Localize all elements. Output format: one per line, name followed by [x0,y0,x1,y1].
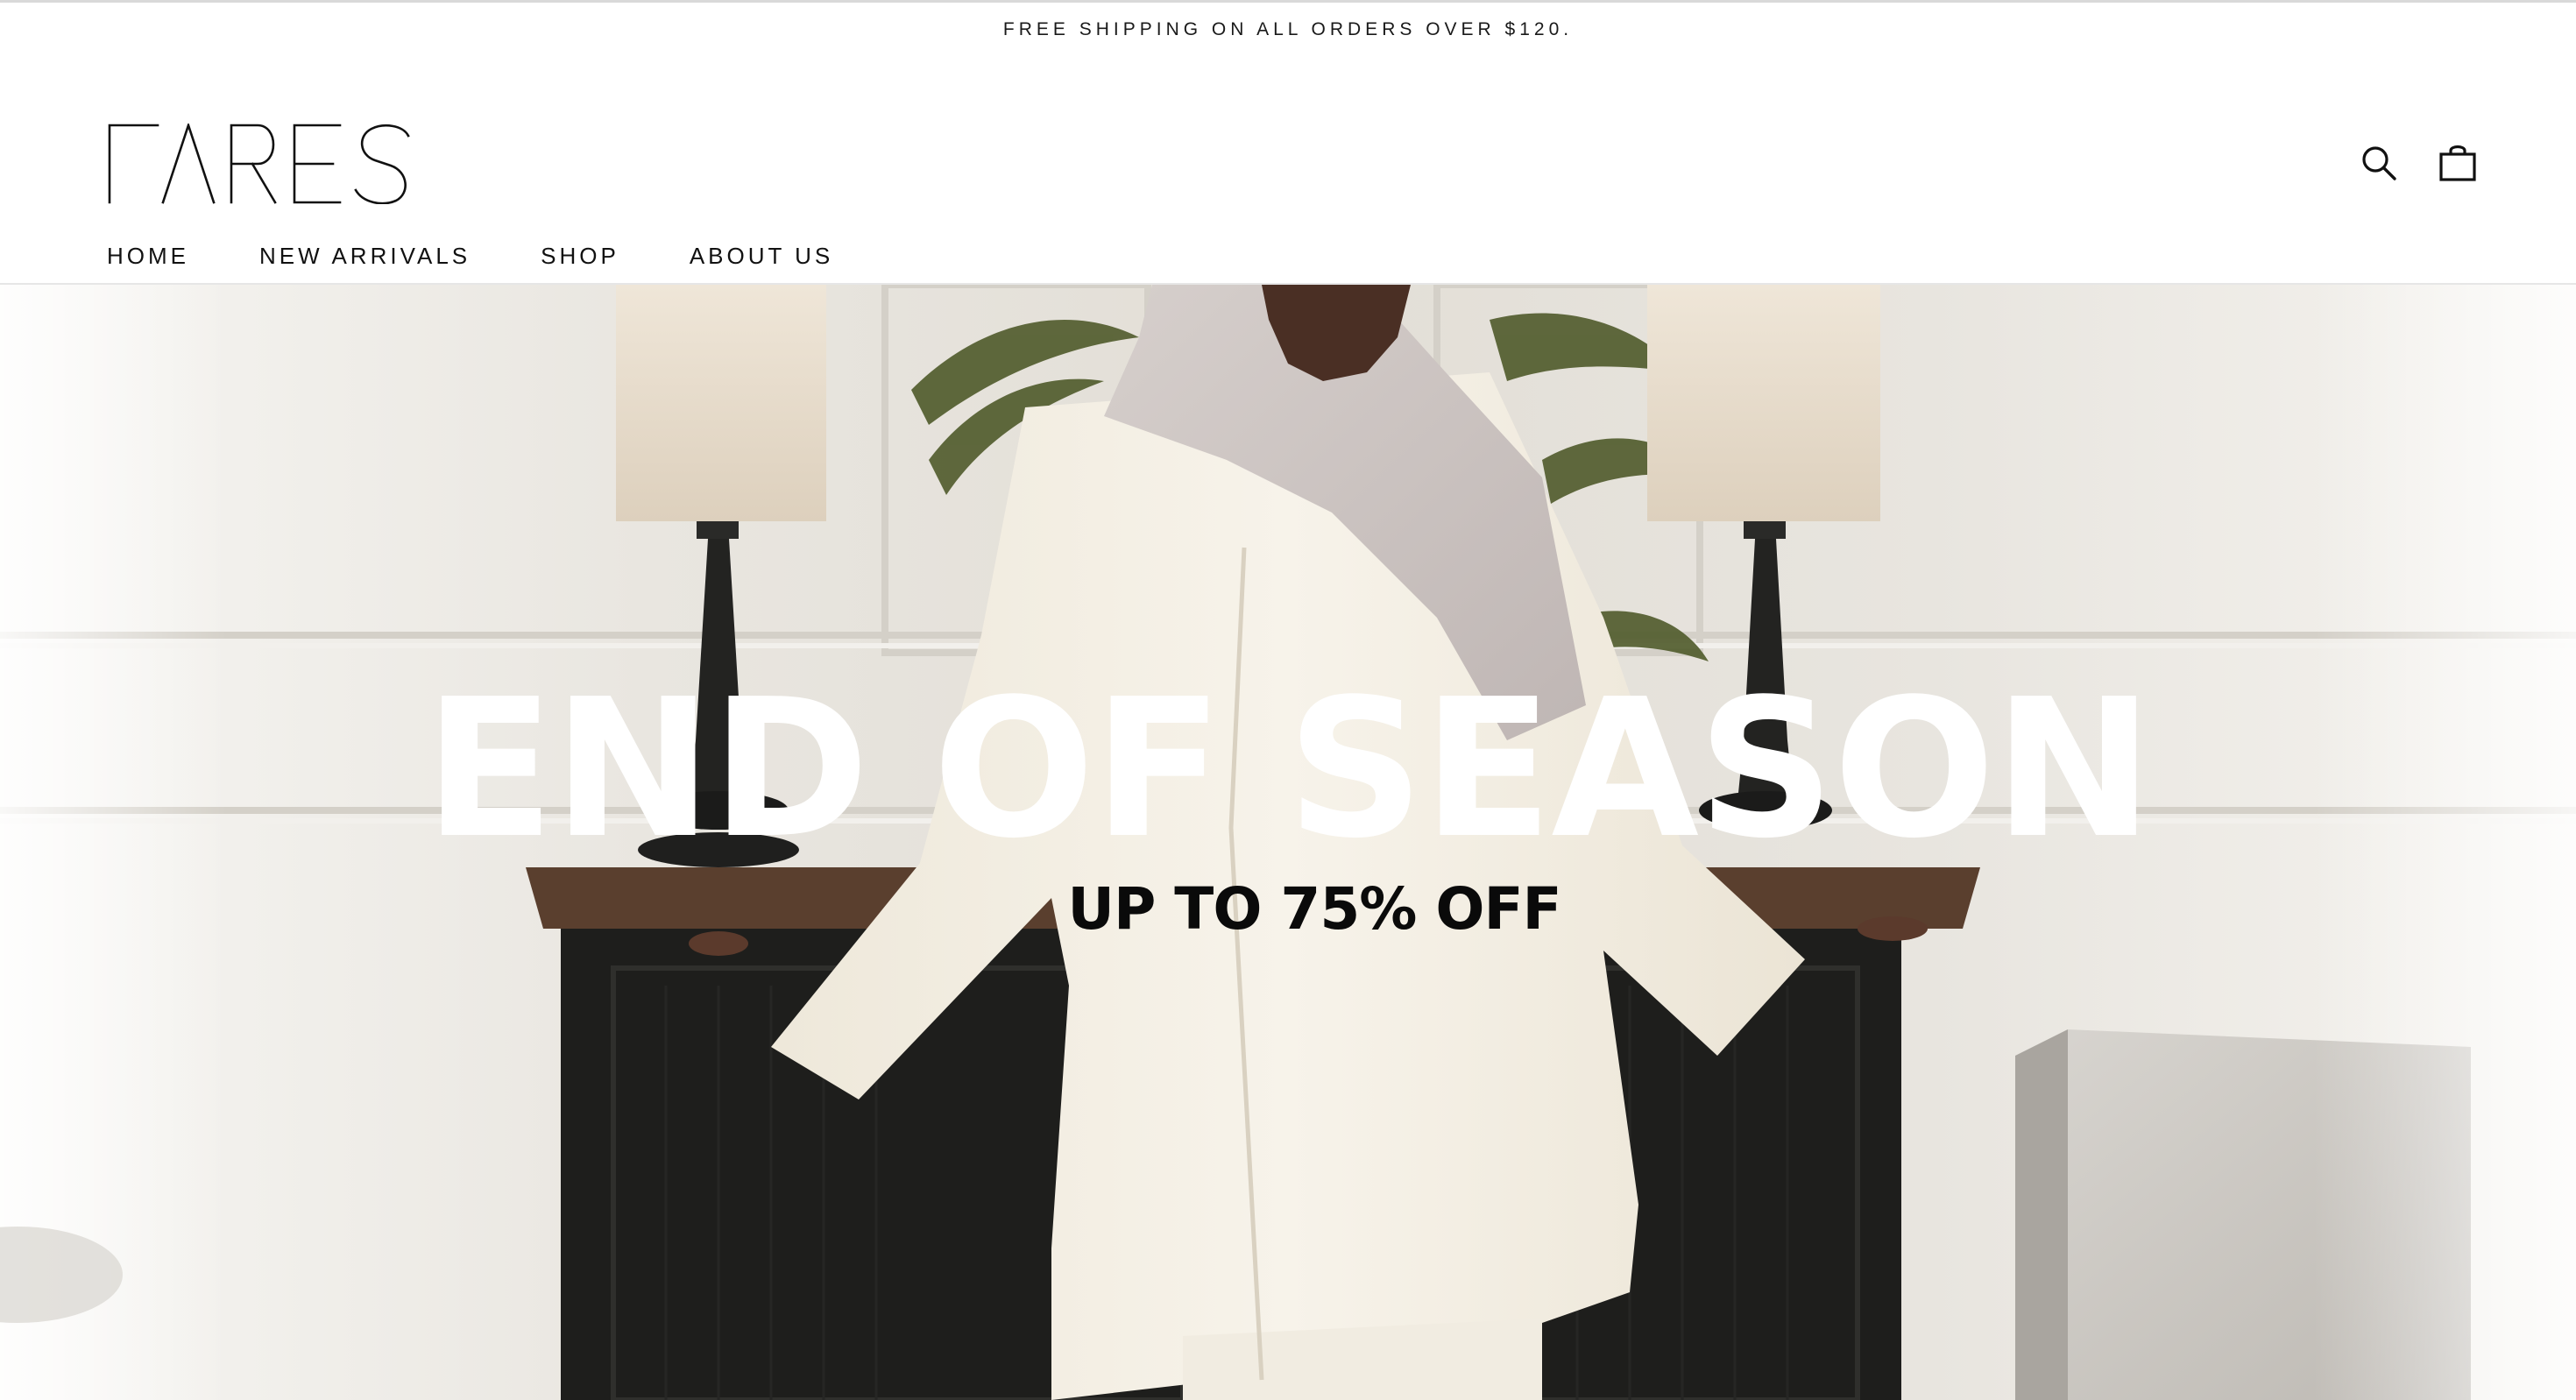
nav-item-shop[interactable]: SHOP [541,243,619,270]
hero-banner[interactable]: END OF SEASON UP TO 75% OFF [0,285,2576,1400]
announcement-text: FREE SHIPPING ON ALL ORDERS OVER $120. [1002,19,1574,39]
shopping-bag-icon [2439,145,2476,181]
brand-logo[interactable] [107,124,414,204]
search-icon [2362,146,2396,180]
cart-button[interactable] [2438,143,2478,183]
hero-subtitle: UP TO 75% OFF [1067,875,1561,943]
hero-title: END OF SEASON [424,659,2154,880]
brand-logo-wordmark [108,124,410,204]
header-actions [2359,143,2478,183]
nav-item-new-arrivals[interactable]: NEW ARRIVALS [259,243,471,270]
nav-item-home[interactable]: HOME [107,243,189,270]
search-button[interactable] [2359,143,2399,183]
main-navigation: HOME NEW ARRIVALS SHOP ABOUT US [107,243,833,270]
nav-item-about-us[interactable]: ABOUT US [690,243,833,270]
announcement-bar: FREE SHIPPING ON ALL ORDERS OVER $120. [0,3,2576,57]
site-header: HOME NEW ARRIVALS SHOP ABOUT US [0,57,2576,285]
